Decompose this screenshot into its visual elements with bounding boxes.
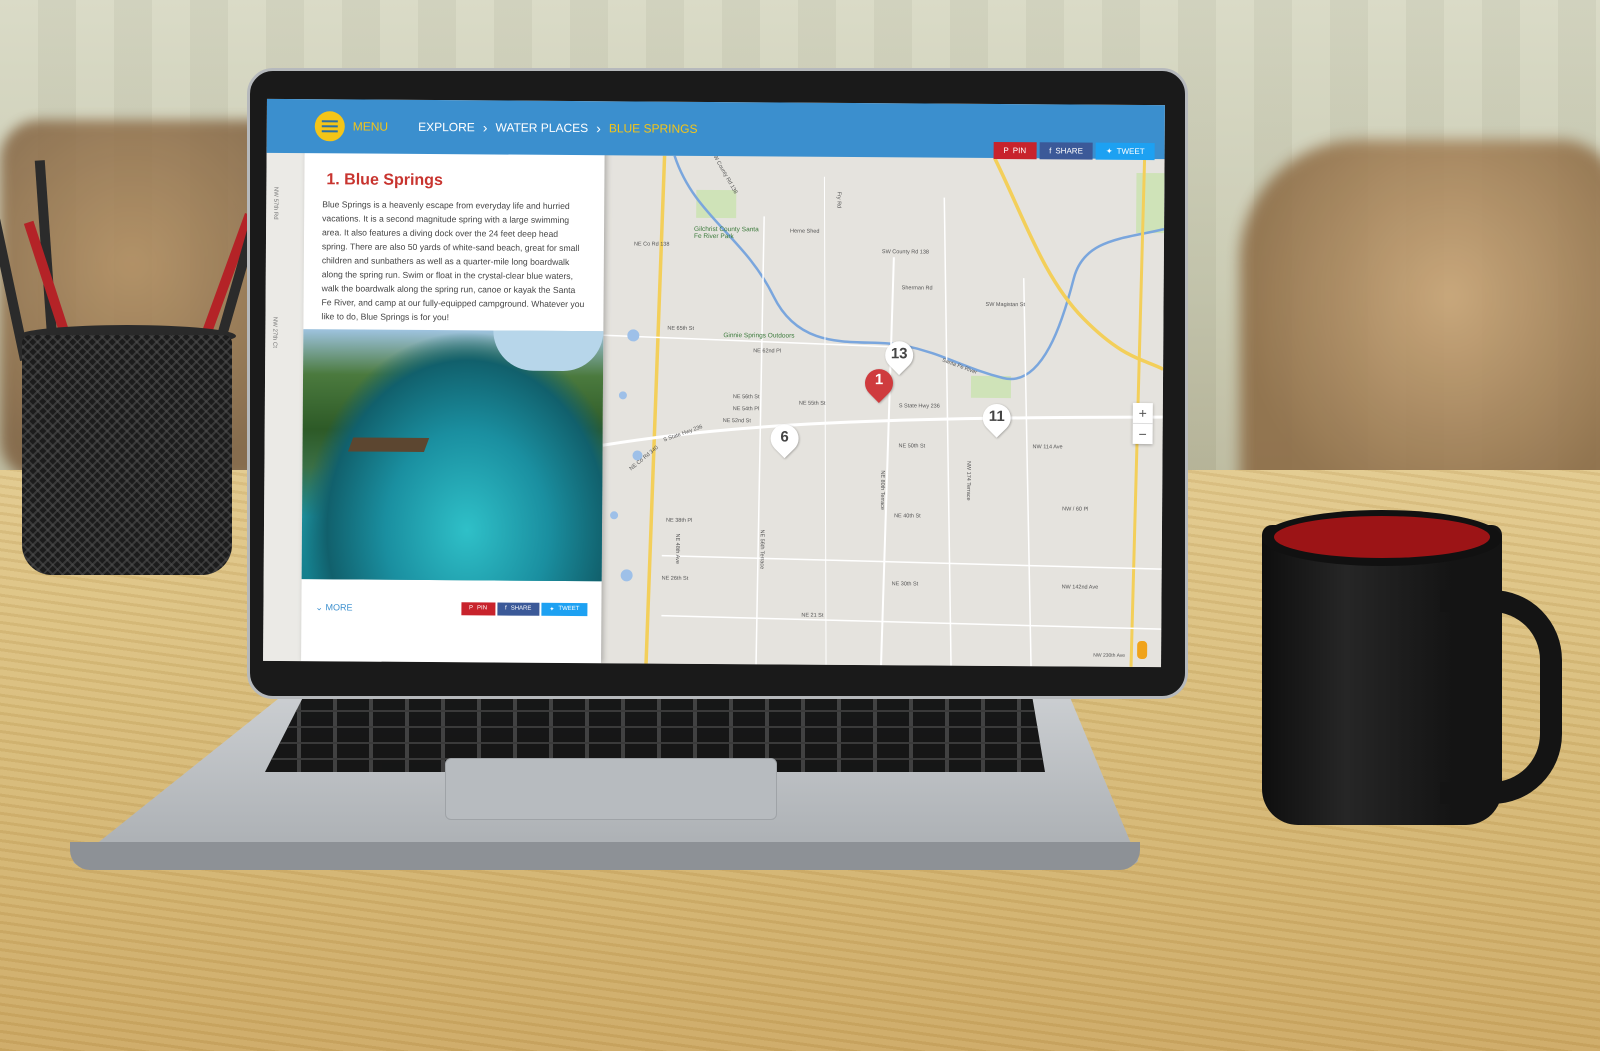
road <box>755 216 765 665</box>
road <box>661 614 1162 630</box>
footer-tweet-label: TWEET <box>558 605 580 613</box>
photo-sky <box>493 330 604 372</box>
park-area <box>1136 172 1165 234</box>
pin-button[interactable]: P PIN <box>993 141 1037 160</box>
map-label: NE 56th Terrace <box>758 529 765 570</box>
side-street-label: NW 27th Ct <box>271 316 278 348</box>
top-navigation-bar: MENU EXPLORE › WATER PLACES › BLUE SPRIN… <box>266 98 1165 161</box>
map-label: NE 21 St <box>801 612 824 619</box>
breadcrumb-blue-springs: BLUE SPRINGS <box>608 121 698 136</box>
road <box>661 554 1162 570</box>
road <box>1022 278 1032 667</box>
footer-share-buttons: P PIN f SHARE ✦ TWEET <box>460 601 588 616</box>
road <box>943 197 952 666</box>
share-label: SHARE <box>1055 146 1083 156</box>
map-label: NE 48th Ave <box>673 533 681 565</box>
map-label: NW 142nd Ave <box>1061 584 1099 591</box>
map-label: NE Co Rd 138 <box>633 241 670 248</box>
side-strip: NW 57th Rd NW 27th Ct <box>263 146 305 662</box>
street-view-pegman-icon[interactable] <box>1137 640 1148 660</box>
footer-tweet-button[interactable]: ✦ TWEET <box>541 602 588 616</box>
road <box>823 176 827 665</box>
map-label: S State Hwy 236 <box>898 403 940 410</box>
map-label: Herne Shed <box>790 228 820 235</box>
pen-cup <box>22 335 232 575</box>
map-label: NE 26th St <box>661 575 689 582</box>
chevron-right-icon: › <box>482 119 488 136</box>
map-label-ginnie: Ginnie Springs Outdoors <box>723 332 795 340</box>
map-label: NW / 60 Pl <box>1062 506 1089 513</box>
share-button[interactable]: f SHARE <box>1039 142 1093 160</box>
map-label: Fry Rd <box>835 191 842 209</box>
breadcrumb-explore[interactable]: EXPLORE <box>418 120 475 134</box>
share-buttons: P PIN f SHARE ✦ TWEET <box>993 141 1155 161</box>
map-label: NE 38th Pl <box>666 517 693 524</box>
map-label: NE 56th St <box>732 394 760 401</box>
twitter-icon: ✦ <box>549 606 555 613</box>
map-label: NE 80th Terrace <box>878 470 886 511</box>
zoom-in-button[interactable]: + <box>1133 403 1153 423</box>
map-label: NE 30th St <box>891 581 919 588</box>
map-label: Sherman Rd <box>901 285 933 292</box>
footer-share-button[interactable]: f SHARE <box>497 601 540 616</box>
map-marker-11-label: 11 <box>988 407 1005 426</box>
place-title: 1. Blue Springs <box>326 171 443 190</box>
lake <box>620 569 633 582</box>
map-label: NW 114 Ave <box>1032 444 1063 451</box>
zoom-out-button[interactable]: − <box>1132 422 1153 445</box>
lake <box>618 391 627 400</box>
pin-label: PIN <box>1012 146 1027 156</box>
panel-footer: ⌄ MORE P PIN f SHARE ✦ TWEET <box>301 587 601 629</box>
place-description: Blue Springs is a heavenly escape from e… <box>321 199 585 323</box>
chevron-right-icon: › <box>596 120 601 137</box>
map-label: NE 62nd Pl <box>753 348 782 355</box>
tweet-label: TWEET <box>1116 146 1145 157</box>
map-label-park: Gilchrist County Santa Fe River Park <box>693 225 759 241</box>
coffee-mug-handle <box>1440 590 1562 804</box>
photo-dock <box>347 437 430 452</box>
road <box>880 257 895 666</box>
menu-label[interactable]: MENU <box>353 119 388 133</box>
footer-pin-button[interactable]: P PIN <box>460 601 496 615</box>
laptop-screen: SW County Rd 138 Gilchrist County Santa … <box>263 98 1165 668</box>
map-attribution: NW 230th Ave <box>1093 652 1126 659</box>
map-marker-1-label: 1 <box>874 371 884 389</box>
map[interactable]: SW County Rd 138 Gilchrist County Santa … <box>601 151 1165 668</box>
footer-share-label: SHARE <box>510 605 532 612</box>
lake <box>627 329 640 342</box>
map-label: NE 65th St <box>667 325 695 332</box>
footer-pin-label: PIN <box>477 605 488 612</box>
map-label: NW 174 Terrace <box>965 460 972 501</box>
place-photo <box>301 329 604 582</box>
laptop-base-edge <box>70 842 1140 870</box>
pinterest-icon: P <box>468 605 474 612</box>
river <box>673 155 1165 381</box>
lake <box>610 511 619 520</box>
more-label: MORE <box>325 601 353 612</box>
map-label: NE 55th St <box>798 400 826 407</box>
map-zoom-control: + − <box>1132 402 1153 445</box>
map-label: NE 40th St <box>894 513 921 520</box>
trackpad <box>445 758 777 820</box>
map-label: SW County Rd 138 <box>881 249 930 256</box>
map-label: SW Magistan St <box>985 301 1026 309</box>
facebook-icon: f <box>505 605 507 612</box>
breadcrumb-water-places[interactable]: WATER PLACES <box>495 120 588 135</box>
map-marker-13-label: 13 <box>890 345 908 363</box>
highway <box>644 155 667 664</box>
map-label: NE 50th St <box>898 443 926 450</box>
more-link[interactable]: ⌄ MORE <box>315 602 352 613</box>
side-street-label: NW 57th Rd <box>272 186 279 220</box>
pinterest-icon: P <box>1003 146 1009 156</box>
coffee-mug-inside <box>1274 516 1490 558</box>
facebook-icon: f <box>1049 146 1052 156</box>
twitter-icon: ✦ <box>1105 146 1113 156</box>
map-marker-6-label: 6 <box>780 428 789 446</box>
map-label: NE 52nd St <box>722 418 751 425</box>
tweet-button[interactable]: ✦ TWEET <box>1095 142 1155 161</box>
menu-icon[interactable] <box>314 111 345 142</box>
place-info-panel: 1. Blue Springs Blue Springs is a heaven… <box>301 147 605 664</box>
map-label: NE 54th Pl <box>732 406 760 413</box>
